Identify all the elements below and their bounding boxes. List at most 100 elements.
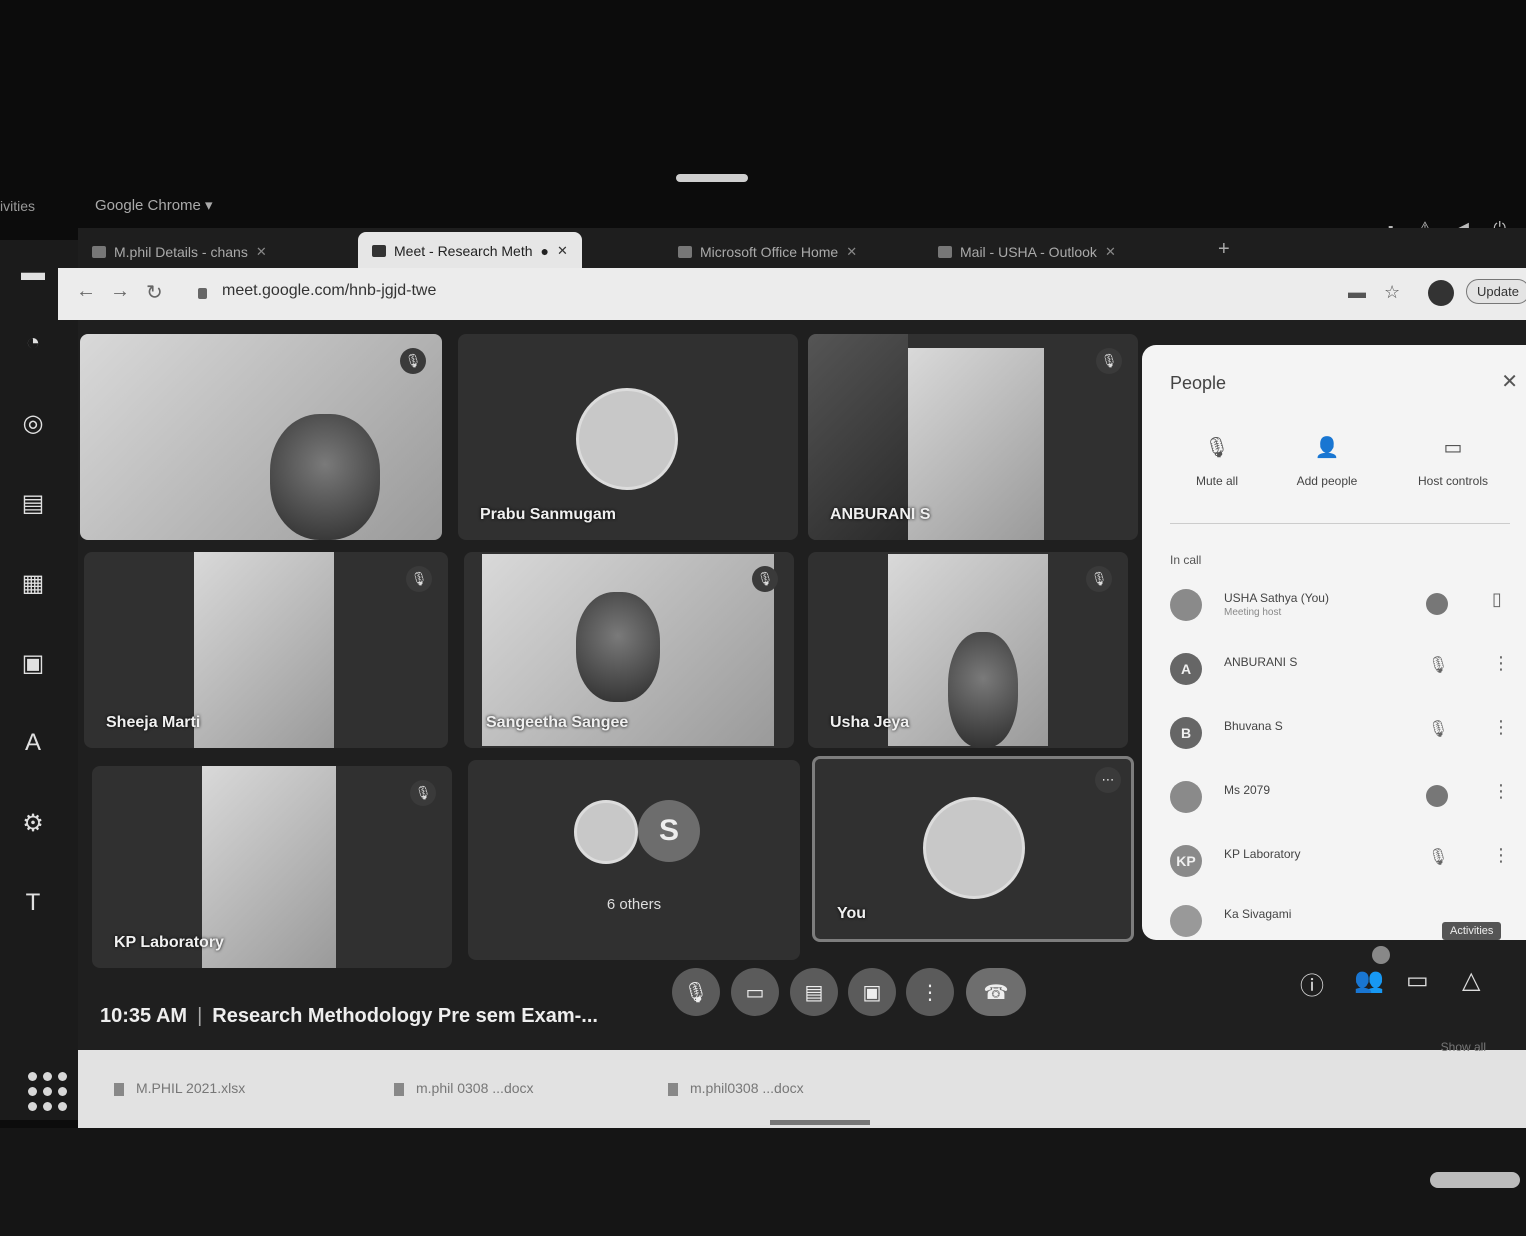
pin-icon[interactable]: ▯ bbox=[1492, 589, 1502, 610]
tab-office-home[interactable]: Microsoft Office Home ✕ bbox=[678, 236, 857, 268]
bookmark-star-icon[interactable]: ☆ bbox=[1384, 282, 1400, 303]
mic-off-icon: 🎙 bbox=[1096, 348, 1122, 374]
download-item[interactable]: M.PHIL 2021.xlsx bbox=[114, 1080, 245, 1096]
participant-avatar: B bbox=[1170, 717, 1202, 749]
firefox-icon[interactable]: ◔ bbox=[10, 320, 56, 366]
teams-icon[interactable]: T bbox=[10, 880, 56, 926]
participant-initial-avatar: S bbox=[638, 800, 700, 862]
participant-face bbox=[270, 414, 380, 540]
reload-icon[interactable]: ↻ bbox=[146, 280, 163, 305]
outlook-icon bbox=[938, 246, 952, 258]
participant-avatar bbox=[576, 388, 678, 490]
more-icon[interactable]: ⋯ bbox=[1095, 767, 1121, 793]
show-applications-icon[interactable] bbox=[28, 1072, 68, 1112]
update-button[interactable]: Update bbox=[1466, 279, 1526, 304]
video-feed bbox=[80, 334, 442, 540]
download-item[interactable]: m.phil 0308 ...docx bbox=[394, 1080, 534, 1096]
participant-tile[interactable]: 🎙 Sheeja Marti bbox=[84, 552, 448, 748]
people-icon[interactable]: 👥 bbox=[1354, 966, 1384, 995]
close-icon[interactable]: ✕ bbox=[1501, 369, 1518, 394]
chrome-icon[interactable]: ◎ bbox=[10, 400, 56, 446]
forward-icon[interactable]: → bbox=[110, 280, 130, 303]
chat-icon[interactable]: ▭ bbox=[1406, 966, 1429, 995]
more-options-button[interactable]: ⋮ bbox=[906, 968, 954, 1016]
self-tile[interactable]: ⋯ You bbox=[812, 756, 1134, 942]
app-menu[interactable]: Google Chrome ▾ bbox=[95, 196, 213, 214]
meeting-title: Research Methodology Pre sem Exam-... bbox=[212, 1005, 598, 1027]
present-button[interactable]: ▣ bbox=[848, 968, 896, 1016]
host-controls-button[interactable]: ▭ Host controls bbox=[1398, 435, 1508, 488]
writer-icon[interactable]: ▤ bbox=[10, 480, 56, 526]
close-icon[interactable]: ✕ bbox=[256, 244, 267, 260]
add-people-button[interactable]: 👤 Add people bbox=[1272, 435, 1382, 488]
close-icon[interactable]: ✕ bbox=[1105, 244, 1116, 260]
people-panel: People ✕ 🎙 Mute all 👤 Add people ▭ Host … bbox=[1142, 345, 1526, 940]
mic-off-icon: 🎙 bbox=[1428, 657, 1449, 674]
captions-icon: ▤ bbox=[804, 981, 824, 1004]
mute-all-button[interactable]: 🎙 Mute all bbox=[1162, 435, 1272, 488]
participant-tile[interactable]: 🎙 bbox=[80, 334, 442, 540]
participant-row[interactable]: B Bhuvana S 🎙 ⋮ bbox=[1170, 709, 1520, 761]
participant-row[interactable]: KP KP Laboratory 🎙 ⋮ bbox=[1170, 837, 1520, 889]
download-item[interactable]: m.phil0308 ...docx bbox=[668, 1080, 804, 1096]
more-options-icon: ⋮ bbox=[920, 981, 940, 1004]
more-options-icon[interactable]: ⋮ bbox=[1492, 845, 1510, 866]
recording-dot-icon: ● bbox=[540, 243, 549, 259]
participant-row[interactable]: USHA Sathya (You) Meeting host ▯ bbox=[1170, 581, 1520, 633]
captions-button[interactable]: ▤ bbox=[790, 968, 838, 1016]
tab-strip: M.phil Details - chans ✕ Meet - Research… bbox=[78, 228, 1526, 270]
divider bbox=[1170, 523, 1510, 524]
downloads-bar: Show all M.PHIL 2021.xlsx m.phil 0308 ..… bbox=[78, 1040, 1526, 1128]
camera-in-use-icon[interactable]: ▬ bbox=[1348, 282, 1366, 303]
participant-tile[interactable]: Prabu Sanmugam bbox=[458, 334, 798, 540]
audio-level-icon bbox=[1426, 785, 1448, 807]
activities-button[interactable]: ivities bbox=[0, 198, 35, 214]
microphone-button[interactable]: 🎙 bbox=[672, 968, 720, 1016]
more-options-icon[interactable]: ⋮ bbox=[1492, 717, 1510, 738]
participant-row[interactable]: Ms 2079 ⋮ bbox=[1170, 773, 1520, 825]
audio-level-icon bbox=[1426, 593, 1448, 615]
software-center-icon[interactable]: A bbox=[10, 720, 56, 766]
activities-tooltip: Activities bbox=[1442, 922, 1502, 940]
docs-icon bbox=[92, 246, 106, 258]
participant-tile[interactable]: 🎙 KP Laboratory bbox=[92, 766, 452, 968]
participant-row[interactable]: A ANBURANI S 🎙 ⋮ bbox=[1170, 645, 1520, 697]
laptop-bezel bbox=[0, 1128, 1526, 1236]
add-person-icon: 👤 bbox=[1314, 437, 1340, 459]
close-icon[interactable]: ✕ bbox=[557, 243, 568, 259]
desktop-top-bar: ivities Google Chrome ▾ ▪ ⚠ ◀ ⏻ bbox=[0, 174, 1526, 237]
calc-icon[interactable]: ▦ bbox=[10, 560, 56, 606]
camera-button[interactable]: ▭ bbox=[731, 968, 779, 1016]
office-icon bbox=[678, 246, 692, 258]
impress-icon[interactable]: ▣ bbox=[10, 640, 56, 686]
tab-outlook-mail[interactable]: Mail - USHA - Outlook ✕ bbox=[938, 236, 1116, 268]
more-options-icon[interactable]: ⋮ bbox=[1492, 653, 1510, 674]
activities-icon[interactable]: △ bbox=[1462, 966, 1480, 995]
mic-off-icon: 🎙 bbox=[406, 566, 432, 592]
tab-meet[interactable]: Meet - Research Meth ● ✕ bbox=[358, 232, 582, 270]
files-icon[interactable]: ▬ bbox=[10, 250, 56, 296]
meeting-details[interactable]: 10:35 AM | Research Methodology Pre sem Ex… bbox=[100, 1005, 598, 1028]
profile-avatar[interactable] bbox=[1428, 280, 1454, 306]
settings-icon[interactable]: ⚙ bbox=[10, 800, 56, 846]
back-icon[interactable]: ← bbox=[76, 280, 96, 303]
close-icon[interactable]: ✕ bbox=[846, 244, 857, 260]
lock-icon[interactable] bbox=[198, 288, 207, 299]
address-bar[interactable]: meet.google.com/hnb-jgjd-twe bbox=[222, 282, 436, 300]
bezel-mark bbox=[1430, 1172, 1520, 1188]
more-options-icon[interactable]: ⋮ bbox=[1492, 781, 1510, 802]
meeting-info-icon[interactable]: ⓘ bbox=[1300, 966, 1324, 1001]
mic-off-icon: 🎙 bbox=[1428, 849, 1449, 866]
tab-mphil-details[interactable]: M.phil Details - chans ✕ bbox=[92, 236, 267, 268]
app-dock: ▬ ◔ ◎ ▤ ▦ ▣ A ⚙ T bbox=[0, 240, 78, 1120]
participant-tile[interactable]: 🎙 Usha Jeya bbox=[808, 552, 1128, 748]
leave-call-button[interactable]: ☎ bbox=[966, 968, 1026, 1016]
participant-tile[interactable]: 🎙 ANBURANI S bbox=[808, 334, 1138, 540]
new-tab-button[interactable]: + bbox=[1218, 238, 1230, 261]
show-all-button[interactable]: Show all bbox=[1441, 1040, 1486, 1054]
others-count: 6 others bbox=[606, 896, 662, 913]
participant-tile[interactable]: 🎙 Sangeetha Sangee bbox=[464, 552, 794, 748]
camera-notch bbox=[676, 174, 748, 182]
mic-off-icon: 🎙 bbox=[1086, 566, 1112, 592]
others-tile[interactable]: S 6 others bbox=[468, 760, 800, 960]
